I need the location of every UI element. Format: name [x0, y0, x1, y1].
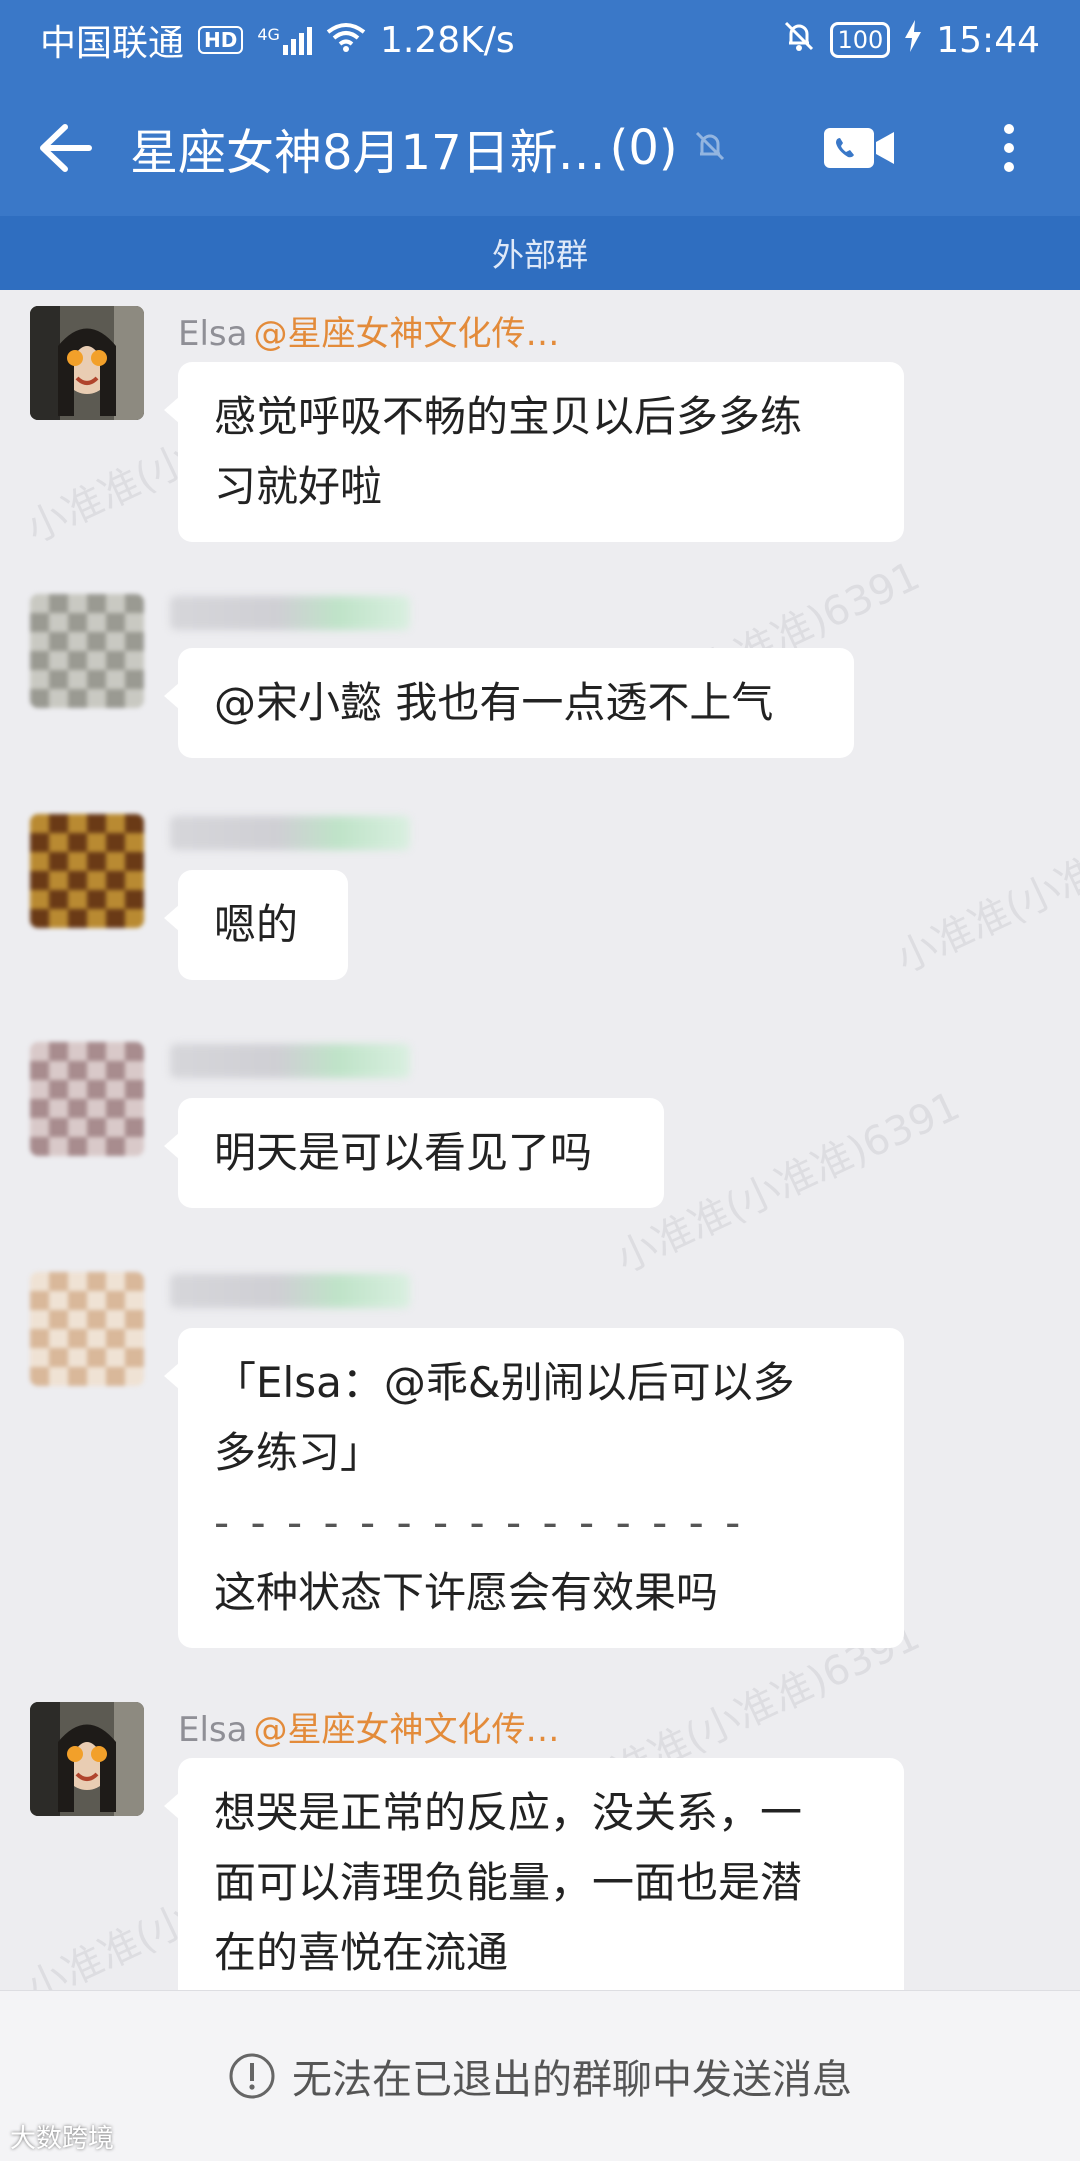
- avatar[interactable]: [30, 1272, 144, 1386]
- avatar-photo: [30, 1702, 144, 1816]
- silent-bell-icon: [782, 19, 816, 62]
- message-bubble[interactable]: 想哭是正常的反应，没关系，一 面可以清理负能量，一面也是潜 在的喜悦在流通: [164, 1758, 904, 1990]
- watermark-text: 小准准(小准准)6391: [889, 782, 1080, 983]
- sender-name-blurred: [170, 596, 410, 630]
- hd-badge: HD: [198, 26, 244, 54]
- wifi-icon: [326, 20, 366, 61]
- mute-bell-icon: [692, 128, 728, 168]
- message-line: 感觉呼吸不畅的宝贝以后多多练: [214, 392, 803, 441]
- message-bubble[interactable]: 明天是可以看见了吗: [164, 1098, 664, 1208]
- sender-name-blurred: [170, 1274, 410, 1308]
- battery-level: 100: [830, 22, 891, 58]
- message-bubble[interactable]: 嗯的: [164, 870, 348, 980]
- message-bubble[interactable]: 「Elsa：@乖&别闹以后可以多 多练习」 - - - - - - - - - …: [164, 1328, 904, 1648]
- video-call-button[interactable]: [822, 110, 898, 186]
- video-call-icon: [824, 128, 894, 168]
- quote-divider: - - - - - - - - - - - - - - -: [214, 1498, 745, 1547]
- status-bar: 中国联通 HD 4G 1.28K/s 100 15:44: [0, 0, 1080, 80]
- message-line: 想哭是正常的反应，没关系，一: [214, 1788, 803, 1837]
- network-speed: 1.28K/s: [379, 19, 515, 61]
- sender-name-blurred: [170, 816, 410, 850]
- message-line: 「Elsa：@乖&别闹以后可以多: [214, 1358, 795, 1407]
- message-line: 明天是可以看见了吗: [214, 1128, 593, 1177]
- message-list[interactable]: 小准准(小准准)6391 小准准(小准准)6391 小准准(小准准)6391 小…: [0, 290, 1080, 1990]
- member-count: (0): [609, 120, 678, 176]
- sender-label: Elsa: [178, 1710, 248, 1750]
- signal-icon: 4G: [257, 25, 312, 55]
- back-arrow-icon: [40, 124, 92, 172]
- clock: 15:44: [936, 19, 1040, 61]
- sender-label: Elsa: [178, 314, 248, 354]
- message-line: 面可以清理负能量，一面也是潜: [214, 1858, 803, 1907]
- chat-title: 星座女神8月17日新…: [130, 125, 606, 181]
- message-bubble[interactable]: @宋小懿 我也有一点透不上气: [164, 648, 854, 758]
- message-line: 多练习」: [214, 1428, 383, 1477]
- avatar[interactable]: [30, 594, 144, 708]
- chat-header: 星座女神8月17日新… (0): [0, 80, 1080, 216]
- notice-text: 无法在已退出的群聊中发送消息: [292, 2057, 852, 2103]
- more-vertical-icon: [1004, 124, 1014, 134]
- message-line: @宋小懿 我也有一点透不上气: [214, 678, 774, 727]
- message-line: 这种状态下许愿会有效果吗: [214, 1568, 719, 1617]
- message-line: 在的喜悦在流通: [214, 1928, 509, 1977]
- message-line: 嗯的: [214, 900, 299, 949]
- charging-icon: [904, 19, 922, 61]
- avatar-photo: [30, 306, 144, 420]
- sender-name-blurred: [170, 1044, 410, 1078]
- external-group-tag: 外部群: [0, 216, 1080, 290]
- avatar[interactable]: [30, 306, 144, 420]
- avatar[interactable]: [30, 1042, 144, 1156]
- sender-name: Elsa @星座女神文化传…: [178, 1702, 559, 1751]
- message-bubble[interactable]: 感觉呼吸不畅的宝贝以后多多练 习就好啦: [164, 362, 904, 542]
- sender-name: Elsa @星座女神文化传…: [178, 306, 559, 355]
- sender-mention[interactable]: @星座女神文化传…: [253, 1710, 559, 1750]
- message-line: 习就好啦: [214, 462, 383, 511]
- cannot-send-notice: 无法在已退出的群聊中发送消息: [0, 1990, 1080, 2161]
- avatar[interactable]: [30, 814, 144, 928]
- info-icon: [229, 2053, 275, 2099]
- more-menu-button[interactable]: [984, 110, 1034, 186]
- back-button[interactable]: [0, 80, 130, 216]
- carrier-name: 中国联通: [40, 23, 185, 64]
- corner-watermark-logo: 大数跨境: [10, 2124, 115, 2154]
- sender-mention[interactable]: @星座女神文化传…: [253, 314, 559, 354]
- avatar[interactable]: [30, 1702, 144, 1816]
- network-type: 4G: [257, 25, 280, 44]
